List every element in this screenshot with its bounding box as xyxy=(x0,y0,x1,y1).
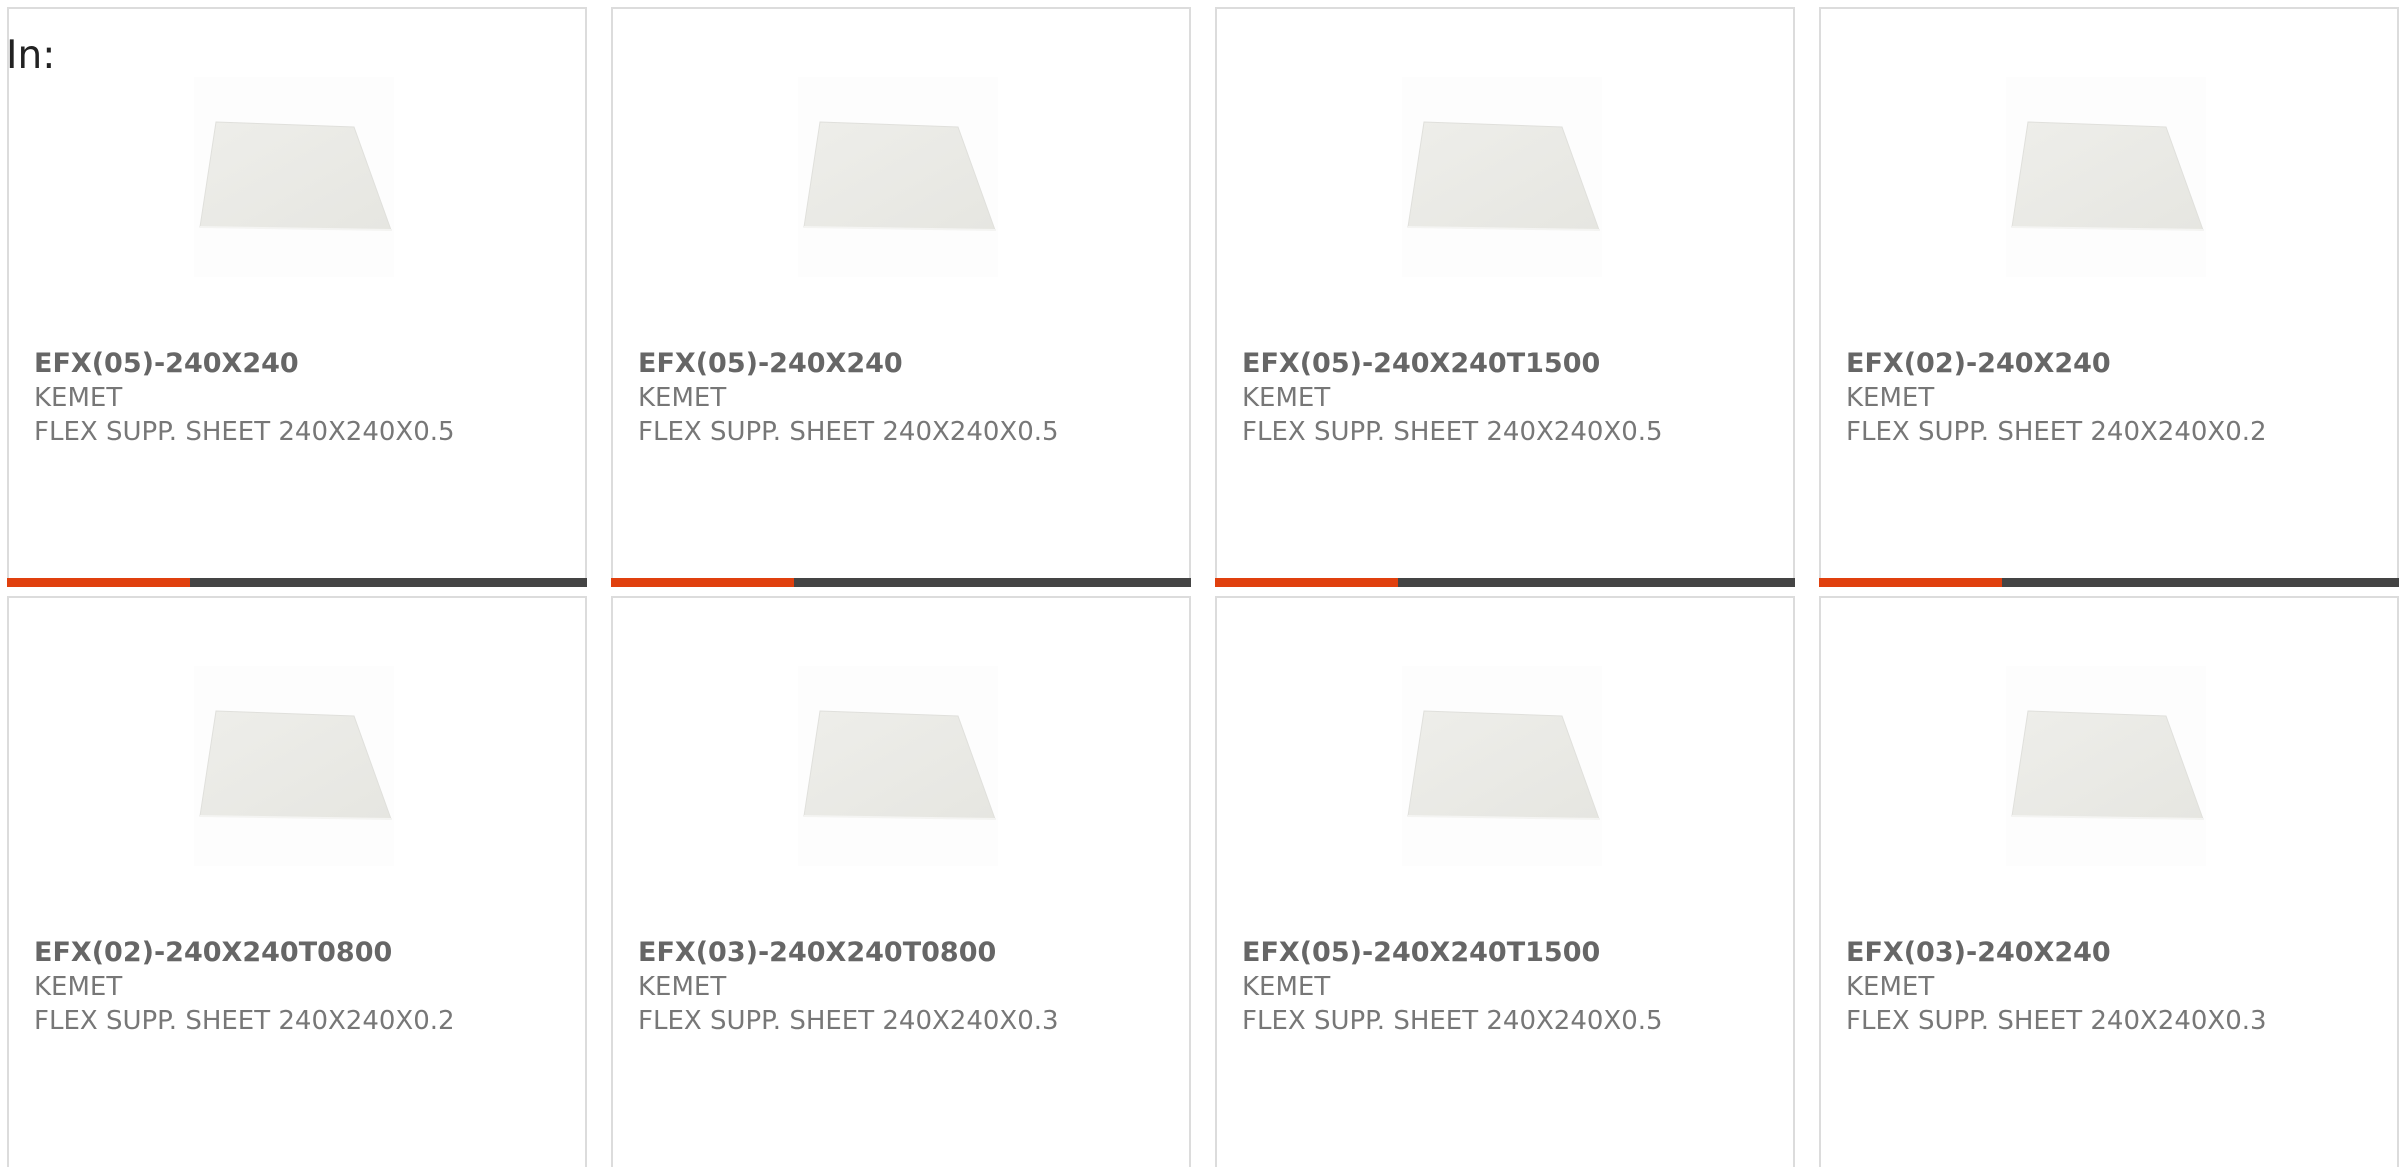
sheet-image-icon xyxy=(803,121,996,231)
product-card[interactable]: EFX(03)-240X240 KEMET FLEX SUPP. SHEET 2… xyxy=(1819,596,2399,1167)
product-card[interactable]: EFX(03)-240X240T0800 KEMET FLEX SUPP. SH… xyxy=(611,596,1191,1167)
part-number[interactable]: EFX(05)-240X240T1500 xyxy=(1242,347,1783,381)
part-number[interactable]: EFX(05)-240X240 xyxy=(34,347,575,381)
description: FLEX SUPP. SHEET 240X240X0.3 xyxy=(1846,1006,2267,1036)
footer-accent xyxy=(7,578,190,587)
footer-dark xyxy=(190,578,587,587)
product-card[interactable]: EFX(05)-240X240 KEMET FLEX SUPP. SHEET 2… xyxy=(611,7,1191,587)
manufacturer: KEMET xyxy=(34,383,123,413)
sheet-image-icon xyxy=(803,710,996,820)
footer-dark xyxy=(1398,578,1795,587)
product-image[interactable] xyxy=(2006,666,2206,866)
product-card[interactable]: EFX(05)-240X240T1500 KEMET FLEX SUPP. SH… xyxy=(1215,7,1795,587)
product-image[interactable] xyxy=(2006,77,2206,277)
manufacturer: KEMET xyxy=(1242,383,1331,413)
product-info: EFX(05)-240X240T1500 KEMET FLEX SUPP. SH… xyxy=(1242,936,1783,1038)
part-number[interactable]: EFX(03)-240X240 xyxy=(1846,936,2387,970)
product-results-page: In: EFX(05)-240X240 KEMET FLEX SUPP. SHE… xyxy=(0,0,2400,1167)
footer-accent xyxy=(1215,578,1398,587)
card-footer-bar xyxy=(1215,578,1795,587)
product-info: EFX(02)-240X240T0800 KEMET FLEX SUPP. SH… xyxy=(34,936,575,1038)
product-info: EFX(03)-240X240T0800 KEMET FLEX SUPP. SH… xyxy=(638,936,1179,1038)
sheet-image-icon xyxy=(2011,710,2204,820)
footer-accent xyxy=(611,578,794,587)
product-card[interactable]: EFX(05)-240X240T1500 KEMET FLEX SUPP. SH… xyxy=(1215,596,1795,1167)
product-card[interactable]: EFX(02)-240X240 KEMET FLEX SUPP. SHEET 2… xyxy=(1819,7,2399,587)
product-image[interactable] xyxy=(798,666,998,866)
footer-accent xyxy=(1819,578,2002,587)
part-number[interactable]: EFX(02)-240X240T0800 xyxy=(34,936,575,970)
sheet-image-icon xyxy=(1407,121,1600,231)
part-number[interactable]: EFX(03)-240X240T0800 xyxy=(638,936,1179,970)
product-image[interactable] xyxy=(1402,77,1602,277)
product-card[interactable]: EFX(02)-240X240T0800 KEMET FLEX SUPP. SH… xyxy=(7,596,587,1167)
product-image[interactable] xyxy=(1402,666,1602,866)
product-grid: EFX(05)-240X240 KEMET FLEX SUPP. SHEET 2… xyxy=(7,7,2399,1167)
card-footer-bar xyxy=(611,578,1191,587)
manufacturer: KEMET xyxy=(638,383,727,413)
product-info: EFX(03)-240X240 KEMET FLEX SUPP. SHEET 2… xyxy=(1846,936,2387,1038)
manufacturer: KEMET xyxy=(1242,972,1331,1002)
description: FLEX SUPP. SHEET 240X240X0.3 xyxy=(638,1006,1059,1036)
product-info: EFX(05)-240X240 KEMET FLEX SUPP. SHEET 2… xyxy=(638,347,1179,449)
manufacturer: KEMET xyxy=(1846,383,1935,413)
product-info: EFX(05)-240X240T1500 KEMET FLEX SUPP. SH… xyxy=(1242,347,1783,449)
part-number[interactable]: EFX(05)-240X240T1500 xyxy=(1242,936,1783,970)
footer-dark xyxy=(794,578,1191,587)
sheet-image-icon xyxy=(199,710,392,820)
description: FLEX SUPP. SHEET 240X240X0.5 xyxy=(1242,417,1663,447)
card-footer-bar xyxy=(1819,578,2399,587)
part-number[interactable]: EFX(05)-240X240 xyxy=(638,347,1179,381)
part-number[interactable]: EFX(02)-240X240 xyxy=(1846,347,2387,381)
description: FLEX SUPP. SHEET 240X240X0.2 xyxy=(1846,417,2267,447)
description: FLEX SUPP. SHEET 240X240X0.5 xyxy=(34,417,455,447)
description: FLEX SUPP. SHEET 240X240X0.2 xyxy=(34,1006,455,1036)
manufacturer: KEMET xyxy=(638,972,727,1002)
card-footer-bar xyxy=(7,578,587,587)
product-card[interactable]: EFX(05)-240X240 KEMET FLEX SUPP. SHEET 2… xyxy=(7,7,587,587)
manufacturer: KEMET xyxy=(1846,972,1935,1002)
product-image[interactable] xyxy=(194,666,394,866)
footer-dark xyxy=(2002,578,2399,587)
product-info: EFX(05)-240X240 KEMET FLEX SUPP. SHEET 2… xyxy=(34,347,575,449)
product-image[interactable] xyxy=(798,77,998,277)
sheet-image-icon xyxy=(1407,710,1600,820)
product-info: EFX(02)-240X240 KEMET FLEX SUPP. SHEET 2… xyxy=(1846,347,2387,449)
description: FLEX SUPP. SHEET 240X240X0.5 xyxy=(638,417,1059,447)
sheet-image-icon xyxy=(2011,121,2204,231)
in-label: In: xyxy=(6,33,56,78)
product-image[interactable] xyxy=(194,77,394,277)
sheet-image-icon xyxy=(199,121,392,231)
manufacturer: KEMET xyxy=(34,972,123,1002)
description: FLEX SUPP. SHEET 240X240X0.5 xyxy=(1242,1006,1663,1036)
